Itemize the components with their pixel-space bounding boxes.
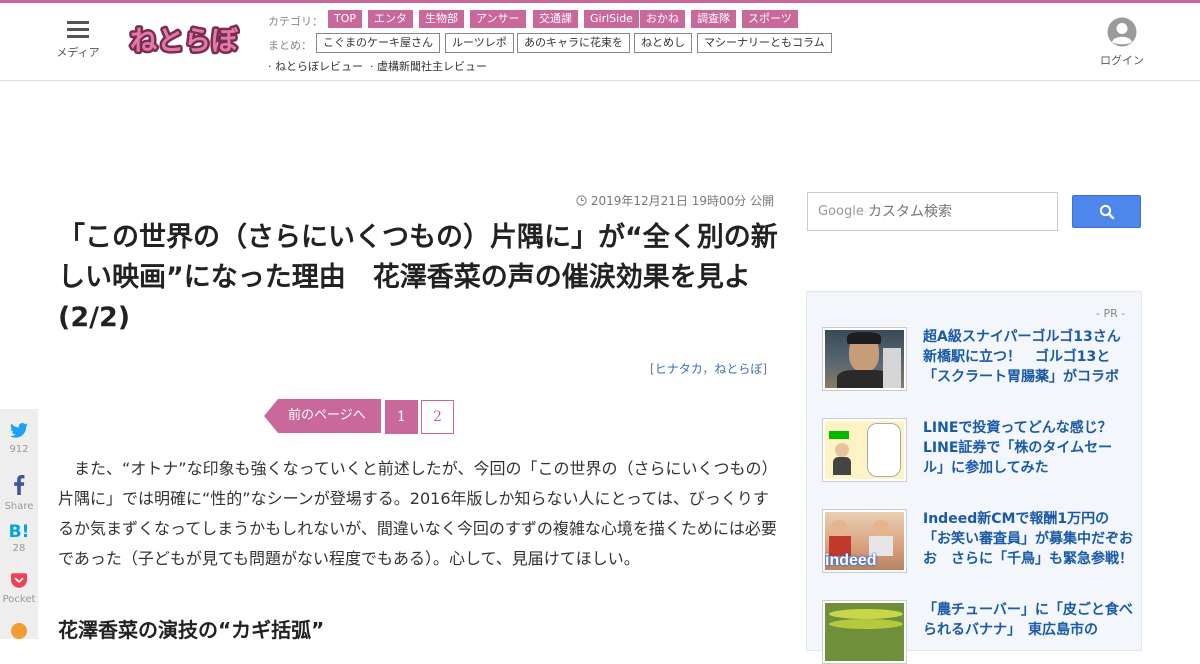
search-icon xyxy=(1099,204,1115,220)
google-brand: Google xyxy=(818,204,864,219)
prev-page-button[interactable]: 前のページへ xyxy=(264,399,381,433)
page-1-link[interactable]: 1 xyxy=(385,400,418,434)
twitter-count: 912 xyxy=(9,444,29,455)
author-link[interactable]: ヒナタカ xyxy=(655,362,703,376)
search-box: Google xyxy=(807,192,1058,231)
review-link-netorabo[interactable]: · ねとらぼレビュー xyxy=(268,58,363,74)
publish-date-text: 2019年12月21日 19時00分 公開 xyxy=(590,194,775,208)
category-answer[interactable]: アンサー xyxy=(470,10,526,28)
publish-date: 2019年12月21日 19時00分 公開 xyxy=(576,192,774,209)
login-button[interactable]: ログイン xyxy=(1099,17,1145,68)
summary-hanataba[interactable]: あのキャラに花束を xyxy=(517,33,630,53)
twitter-share-button[interactable]: 912 xyxy=(0,423,38,455)
category-koutsu[interactable]: 交通課 xyxy=(533,10,578,28)
ad-title[interactable]: 超A級スナイパーゴルゴ13さん新橋駅に立つ！ ゴルゴ13と「スクラート胃腸薬」が… xyxy=(923,327,1133,387)
review-link-kyoko[interactable]: · 虚構新聞社主レビュー xyxy=(370,58,487,74)
ad-title[interactable]: 「農チューバー」に「皮ごと食べられるバナナ」 東広島市の xyxy=(923,600,1133,640)
indeed-thumb: indeed xyxy=(822,509,907,573)
publisher-link[interactable]: ねとらぼ xyxy=(714,362,762,376)
category-top[interactable]: TOP xyxy=(328,10,363,28)
article-title: 「この世界の（さらにいくつもの）片隅に」が“全く別の新しい映画”になった理由 花… xyxy=(58,222,778,333)
summary-label: まとめ： xyxy=(268,39,312,52)
summary-machinery[interactable]: マシーナリーともコラム xyxy=(697,33,832,53)
facebook-share-label: Share xyxy=(4,501,34,512)
byline: [ヒナタカ，ねとらぼ] xyxy=(650,360,767,377)
site-header: メディア ねとらぼ ねとらぼ カテゴリ： TOP エンタ 生物部 アンサー 交通… xyxy=(0,3,1200,81)
site-logo[interactable]: ねとらぼ ねとらぼ xyxy=(126,16,241,62)
indeed-logo-text: indeed xyxy=(825,552,877,569)
hatena-icon: B! xyxy=(8,522,30,542)
svg-text:ねとらぼ: ねとらぼ xyxy=(130,26,239,57)
byline-separator: ， xyxy=(702,362,715,376)
pocket-label: Pocket xyxy=(2,594,36,605)
pocket-icon xyxy=(11,573,27,588)
page-2-link[interactable]: 2 xyxy=(421,400,454,434)
hamburger-icon xyxy=(67,21,89,39)
byline-bracket-close: ] xyxy=(762,362,768,376)
article-body: また、“オトナ”な印象も強くなっていくと前述したが、今回の「この世界の（さらにい… xyxy=(58,459,778,568)
clock-icon xyxy=(576,195,587,206)
ad-title[interactable]: Indeed新CMで報酬1万円の「お笑い審査員」が募集中だぞおお さらに「千鳥」… xyxy=(923,509,1133,569)
menu-label: メディア xyxy=(56,46,100,59)
summary-roots[interactable]: ルーツレポ xyxy=(445,33,514,53)
twitter-icon xyxy=(10,423,28,438)
user-avatar-icon xyxy=(1107,17,1137,47)
search-button[interactable] xyxy=(1072,195,1141,228)
category-sports[interactable]: スポーツ xyxy=(742,10,798,28)
facebook-icon xyxy=(14,475,25,495)
banana-thumb xyxy=(822,600,907,664)
pocket-button[interactable]: Pocket xyxy=(0,573,38,605)
category-label: カテゴリ： xyxy=(268,15,323,28)
category-seibutsu[interactable]: 生物部 xyxy=(419,10,464,28)
hatena-count: 28 xyxy=(12,543,26,554)
facebook-share-button[interactable]: Share xyxy=(0,475,38,512)
line-comic-thumb xyxy=(822,418,907,482)
search-input[interactable] xyxy=(868,199,1048,225)
feedly-button[interactable] xyxy=(0,623,38,643)
menu-button[interactable]: メディア xyxy=(55,21,101,60)
share-sidebar: 912 Share B! 28 Pocket xyxy=(0,409,38,639)
ad-title[interactable]: LINEで投資ってどんな感じ？ LINE証券で「株のタイムセール」に参加してみた xyxy=(923,418,1133,478)
summary-netomeshi[interactable]: ねとめし xyxy=(634,33,692,53)
article-subheading: 花澤香菜の演技の“カギ括弧” xyxy=(58,618,325,642)
summary-koguma[interactable]: こぐまのケーキ屋さん xyxy=(316,33,440,53)
category-okane[interactable]: おかね xyxy=(640,10,685,28)
hatena-bookmark-button[interactable]: B! 28 xyxy=(0,523,38,554)
golgo-figure-thumb xyxy=(822,327,907,391)
login-label: ログイン xyxy=(1100,54,1144,67)
category-enta[interactable]: エンタ xyxy=(368,10,413,28)
category-girlside[interactable]: GirlSide xyxy=(584,10,639,28)
category-chousatai[interactable]: 調査隊 xyxy=(691,10,736,28)
feedly-icon xyxy=(11,623,27,639)
pr-label: - PR - xyxy=(1096,307,1126,320)
